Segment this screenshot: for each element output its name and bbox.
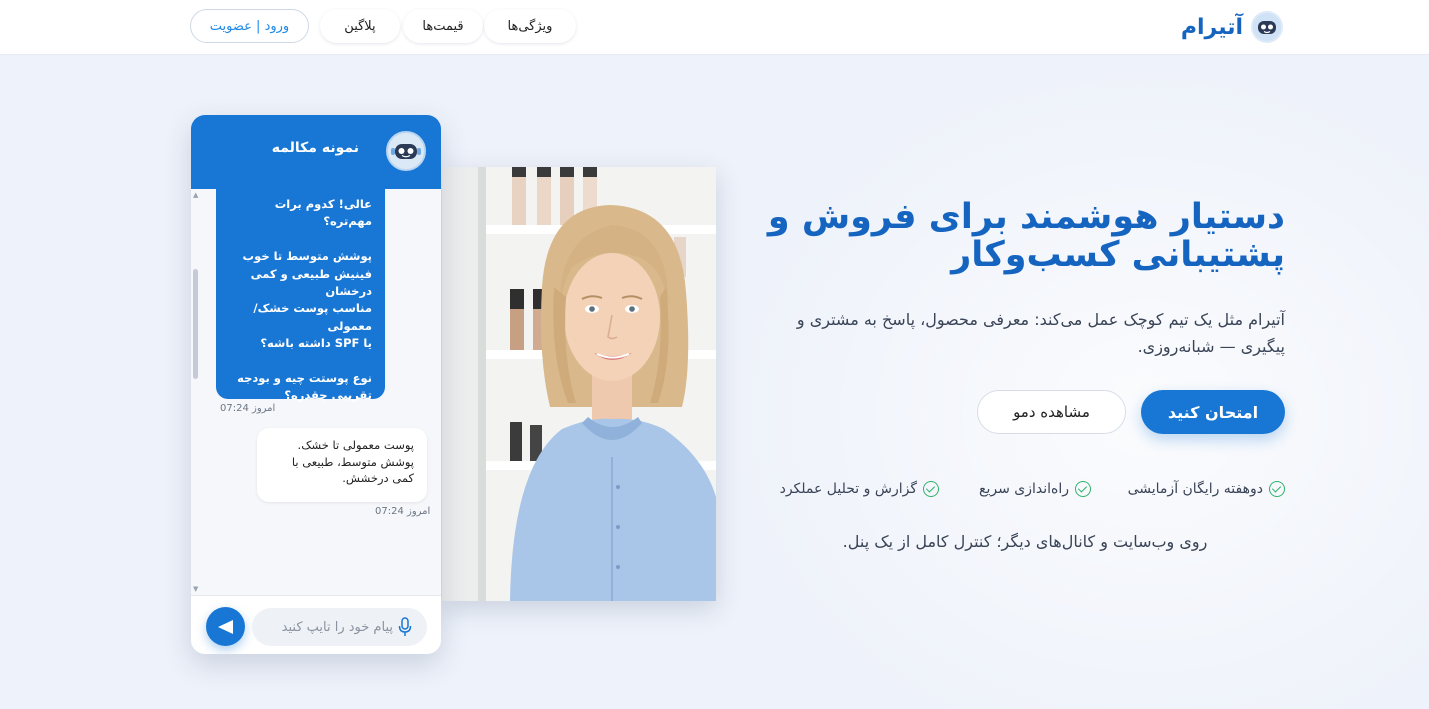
- nav-plugin-link[interactable]: پلاگین: [320, 9, 400, 43]
- scroll-down-icon[interactable]: ▼: [193, 585, 198, 593]
- scroll-up-icon[interactable]: ▲: [193, 191, 198, 199]
- try-it-button[interactable]: امتحان کنید: [1141, 390, 1285, 434]
- brand-logo[interactable]: آتیرام: [1181, 9, 1283, 45]
- bot-message-bubble: عالی! کدوم برات مهم‌تره؟ پوشش متوسط تا خ…: [216, 189, 385, 402]
- chat-widget: نمونه مکالمه ▲ ▼ عالی! کدوم برات مهم‌تره…: [191, 115, 441, 654]
- send-icon[interactable]: [206, 607, 245, 646]
- hero-title: دستیار هوشمند برای فروش و پشتیبانی کسب‌و…: [767, 197, 1285, 275]
- feature-item-free-trial: دوهفته رایگان آزمایشی: [1128, 478, 1285, 500]
- chat-header: نمونه مکالمه: [191, 115, 441, 189]
- nav-features-link[interactable]: ویژگی‌ها: [484, 9, 576, 43]
- feature-item-reports: گزارش و تحلیل عملکرد: [780, 478, 939, 500]
- robot-face-icon: [1251, 11, 1283, 43]
- feature-label: گزارش و تحلیل عملکرد: [779, 481, 917, 497]
- channels-note: روی وب‌سایت و کانال‌های دیگر؛ کنترل کامل…: [842, 532, 1208, 551]
- message-timestamp: امروز 07:24: [220, 403, 276, 414]
- nav-prices-link[interactable]: قیمت‌ها: [403, 9, 483, 43]
- hero-subtitle: آتیرام مثل یک تیم کوچک عمل می‌کند: معرفی…: [796, 310, 1285, 356]
- chat-scrollbar[interactable]: [193, 269, 198, 379]
- login-signup-button[interactable]: ورود | عضویت: [190, 9, 309, 43]
- chat-composer: [191, 595, 441, 654]
- feature-item-quick-setup: راه‌اندازی سریع: [979, 478, 1091, 500]
- brand-name: آتیرام: [1180, 14, 1243, 40]
- check-circle-icon: [923, 481, 939, 497]
- user-message-bubble: پوست معمولی تا خشک. پوشش متوسط، طبیعی با…: [257, 428, 427, 502]
- chat-title: نمونه مکالمه: [271, 140, 359, 156]
- message-timestamp: امروز 07:24: [375, 506, 431, 517]
- check-circle-icon: [1075, 481, 1091, 497]
- view-demo-button[interactable]: مشاهده دمو: [977, 390, 1126, 434]
- hero-photo-consultant: [442, 167, 716, 601]
- chat-messages[interactable]: ▲ ▼ عالی! کدوم برات مهم‌تره؟ پوشش متوسط …: [191, 189, 441, 595]
- feature-label: راه‌اندازی سریع: [979, 481, 1069, 497]
- top-navbar: آتیرام ویژگی‌ها قیمت‌ها پلاگین ورود | عض…: [0, 0, 1429, 55]
- bot-avatar-icon: [386, 131, 426, 171]
- hero-background-glow: [720, 56, 1429, 709]
- microphone-icon[interactable]: [398, 617, 412, 637]
- check-circle-icon: [1269, 481, 1285, 497]
- feature-label: دوهفته رایگان آزمایشی: [1127, 481, 1263, 497]
